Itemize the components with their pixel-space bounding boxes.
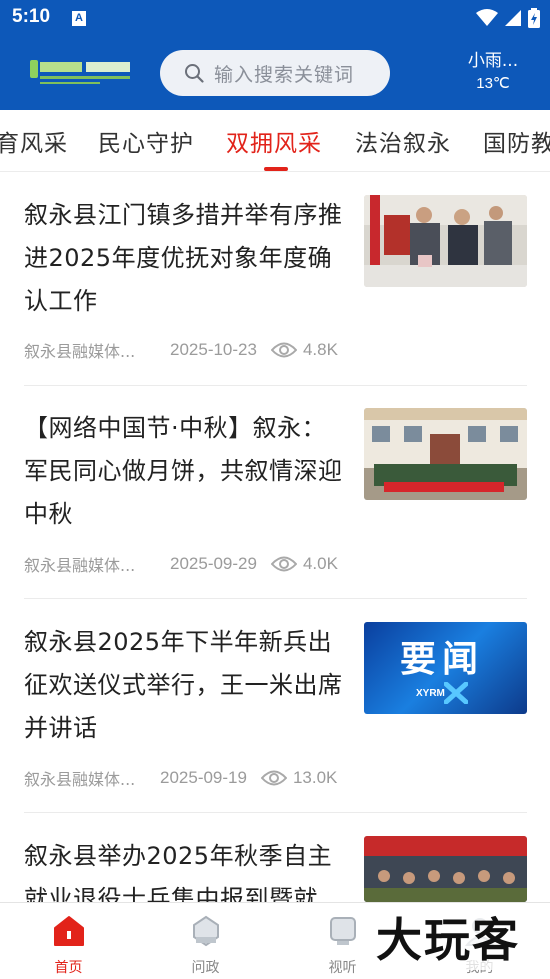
article-thumbnail bbox=[364, 836, 527, 902]
nav-label: 首页 bbox=[54, 960, 83, 976]
tab-national-defense[interactable]: 国防教 bbox=[483, 124, 550, 158]
article-views: 4.8K bbox=[302, 340, 338, 359]
nav-label: 问政 bbox=[191, 960, 220, 976]
status-time: 5:10 bbox=[12, 6, 51, 27]
article-title: 【网络中国节·中秋】叙永：军民同心做月饼，共叙情深迎中秋 bbox=[24, 414, 343, 528]
article-thumbnail bbox=[364, 408, 527, 500]
category-tabs: 育风采 民心守护 双拥风采 法治叙永 国防教 bbox=[0, 110, 550, 172]
article-item[interactable]: 叙永县2025年下半年新兵出征欢送仪式举行，王一米出席并讲话 要闻 XYRM 叙… bbox=[24, 621, 527, 813]
article-title: 叙永县举办2025年秋季自主就业退役士兵集中报到暨就 bbox=[24, 842, 333, 902]
weather-condition: 小雨... bbox=[467, 51, 519, 71]
article-meta: 叙永县融媒体... 2025-09-29 4.0K bbox=[24, 552, 338, 576]
tab-double-support[interactable]: 双拥风采 bbox=[226, 124, 322, 158]
article-thumbnail: 要闻 XYRM bbox=[364, 622, 527, 714]
nav-home[interactable]: 首页 bbox=[0, 903, 137, 979]
tab-people-guard[interactable]: 民心守护 bbox=[98, 124, 194, 158]
wifi-icon bbox=[476, 9, 498, 26]
weather-temperature: 13℃ bbox=[476, 75, 510, 92]
article-thumbnail bbox=[364, 195, 527, 287]
eye-icon bbox=[270, 341, 297, 359]
article-source: 叙永县融媒体... bbox=[24, 556, 136, 575]
app-header: 5:10 A 输入搜索关键词 小雨... 13℃ bbox=[0, 0, 550, 110]
active-tab-indicator bbox=[264, 167, 288, 171]
article-views: 4.0K bbox=[302, 554, 338, 573]
search-icon bbox=[185, 64, 204, 83]
home-icon bbox=[53, 916, 84, 946]
tab-education[interactable]: 育风采 bbox=[0, 124, 68, 158]
article-source: 叙永县融媒体... bbox=[24, 342, 136, 361]
article-title: 叙永县2025年下半年新兵出征欢送仪式举行，王一米出席并讲话 bbox=[24, 628, 343, 742]
article-title: 叙永县江门镇多措并举有序推进2025年度优抚对象年度确认工作 bbox=[24, 201, 343, 315]
weather-widget[interactable]: 小雨... 13℃ bbox=[458, 50, 528, 96]
eye-icon bbox=[260, 769, 287, 787]
watermark: 大玩客 bbox=[372, 904, 524, 970]
notification-icon: A bbox=[72, 11, 86, 26]
thumbnail-brand: XYRM bbox=[416, 688, 445, 699]
status-icons bbox=[476, 7, 540, 29]
inquiry-icon bbox=[192, 915, 219, 947]
battery-icon bbox=[528, 8, 540, 28]
article-meta: 叙永县融媒体... 2025-10-23 4.8K bbox=[24, 338, 338, 362]
signal-icon bbox=[505, 10, 521, 26]
search-placeholder: 输入搜索关键词 bbox=[214, 63, 355, 86]
tab-law-xuyong[interactable]: 法治叙永 bbox=[355, 124, 451, 158]
article-date: 2025-09-19 bbox=[160, 768, 247, 787]
article-source: 叙永县融媒体... bbox=[24, 770, 136, 789]
article-item[interactable]: 叙永县江门镇多措并举有序推进2025年度优抚对象年度确认工作 叙永县融媒体...… bbox=[24, 194, 527, 386]
eye-icon bbox=[270, 555, 297, 573]
article-item[interactable]: 【网络中国节·中秋】叙永：军民同心做月饼，共叙情深迎中秋 叙永县融媒体... 2… bbox=[24, 407, 527, 599]
article-date: 2025-10-23 bbox=[170, 340, 257, 359]
status-bar: 5:10 A bbox=[0, 0, 550, 36]
video-icon bbox=[329, 917, 356, 945]
nav-inquiry[interactable]: 问政 bbox=[137, 903, 274, 979]
thumbnail-headline: 要闻 bbox=[400, 639, 485, 680]
article-meta: 叙永县融媒体... 2025-09-19 13.0K bbox=[24, 766, 337, 790]
search-bar[interactable]: 输入搜索关键词 bbox=[160, 50, 390, 96]
article-views: 13.0K bbox=[292, 768, 338, 787]
article-date: 2025-09-29 bbox=[170, 554, 257, 573]
app-logo[interactable] bbox=[28, 56, 134, 88]
